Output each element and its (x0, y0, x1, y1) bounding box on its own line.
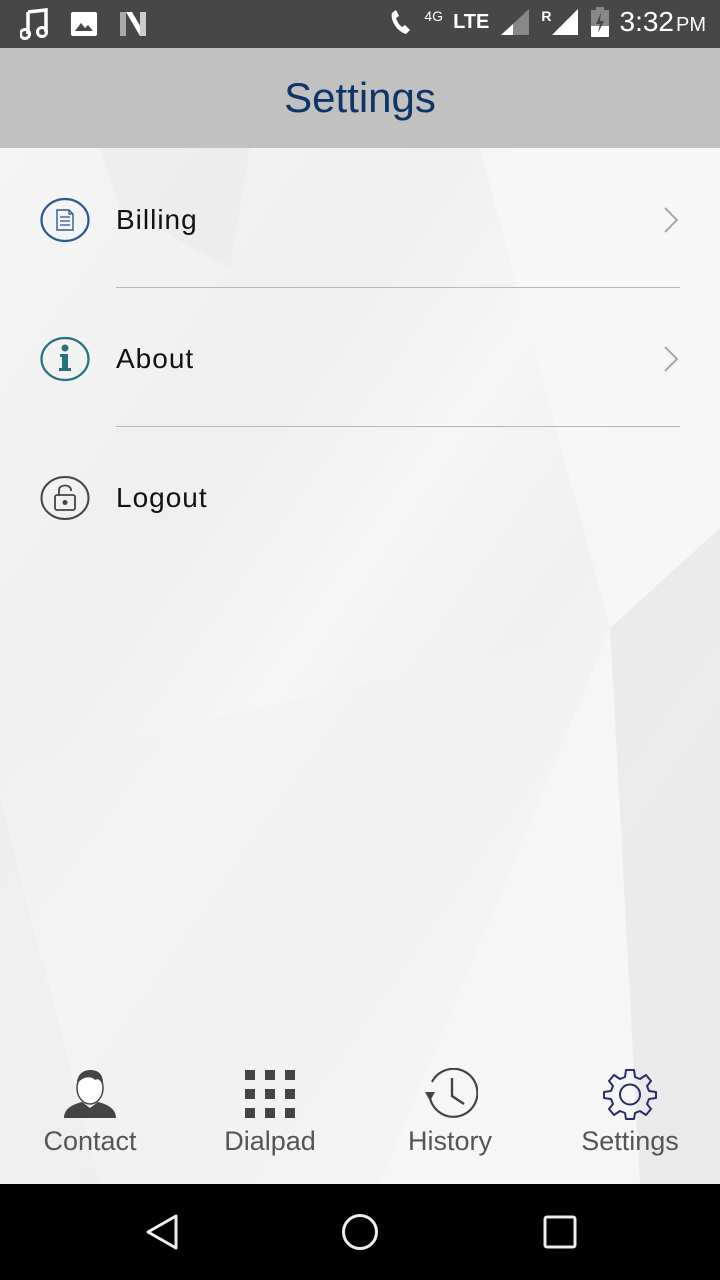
system-nav-bar (0, 1184, 720, 1280)
menu-item-label: About (116, 342, 195, 374)
menu-item-billing[interactable]: Billing (0, 150, 720, 289)
divider (116, 426, 680, 427)
menu-item-label: Billing (116, 203, 198, 235)
document-icon (40, 197, 90, 242)
gear-icon (603, 1069, 657, 1120)
wifi-call-icon (392, 10, 411, 34)
menu-item-logout[interactable]: Logout (0, 428, 720, 567)
person-icon (64, 1070, 116, 1118)
nav-contact[interactable]: Contact (0, 1068, 180, 1178)
nav-label: History (407, 1126, 492, 1156)
page-title: Settings (284, 74, 436, 121)
signal-roaming-icon (551, 9, 578, 35)
nav-settings[interactable]: Settings (540, 1068, 720, 1178)
settings-content: Billing About Logout Contact Dialpad His… (0, 148, 720, 1184)
home-icon[interactable] (340, 1212, 380, 1252)
app-bar: Settings (0, 48, 720, 148)
menu-item-label: Logout (116, 481, 208, 513)
chevron-right-icon (664, 345, 679, 372)
menu-item-about[interactable]: About (0, 289, 720, 428)
nav-label: Dialpad (224, 1126, 316, 1156)
signal-icon (501, 9, 530, 35)
clock-ampm: PM (676, 14, 706, 36)
nav-label: Settings (581, 1126, 679, 1156)
clock-time: 3:32 (619, 6, 675, 37)
nav-dialpad[interactable]: Dialpad (180, 1068, 360, 1178)
lte-label: LTE (453, 10, 490, 33)
dialpad-icon (245, 1070, 295, 1118)
status-bar: 4G LTE R 3:32 PM (0, 0, 720, 48)
divider (116, 287, 680, 288)
back-icon[interactable] (142, 1212, 182, 1252)
recents-icon[interactable] (540, 1212, 580, 1252)
image-icon (71, 12, 97, 36)
history-icon (425, 1068, 478, 1118)
battery-icon (590, 7, 609, 37)
nav-label: Contact (43, 1126, 137, 1156)
music-icon (20, 8, 48, 40)
roaming-label: R (541, 8, 552, 24)
chevron-right-icon (664, 206, 679, 233)
n-icon (120, 12, 146, 36)
nav-history[interactable]: History (360, 1068, 540, 1178)
info-icon (40, 336, 90, 381)
unlock-icon (40, 475, 90, 520)
bottom-nav: Contact Dialpad History Settings (0, 1050, 720, 1184)
network-type: 4G (424, 8, 444, 24)
